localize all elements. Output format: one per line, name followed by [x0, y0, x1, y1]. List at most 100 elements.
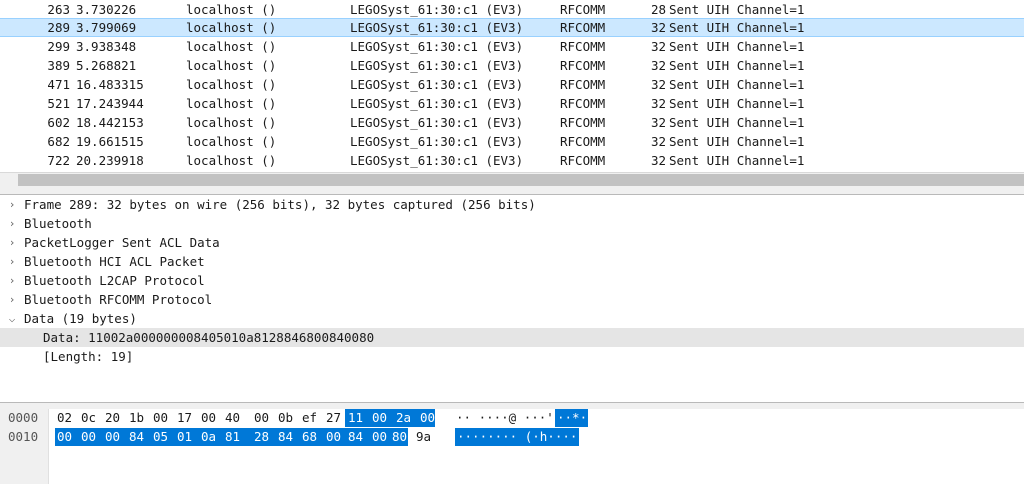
packet-row[interactable]: 521 17.243944 localhost () LEGOSyst_61:3…: [0, 94, 1024, 113]
packet-destination: LEGOSyst_61:30:c1 (EV3): [350, 96, 524, 111]
hex-byte-selected[interactable]: 11: [348, 409, 364, 427]
horizontal-scrollbar[interactable]: [0, 172, 1024, 187]
tree-item-label: [Length: 19]: [43, 349, 134, 364]
chevron-right-icon[interactable]: ›: [6, 290, 18, 309]
hex-byte-selected[interactable]: 05: [153, 428, 169, 446]
hex-byte-selected[interactable]: 68: [302, 428, 318, 446]
packet-destination: LEGOSyst_61:30:c1 (EV3): [350, 2, 524, 17]
packet-length: 32: [650, 134, 666, 149]
tree-item-data-value[interactable]: Data: 11002a000000008405010a812884680084…: [0, 328, 1024, 347]
packet-time: 3.938348: [76, 39, 137, 54]
packet-row[interactable]: 471 16.483315 localhost () LEGOSyst_61:3…: [0, 75, 1024, 94]
packet-bytes-pane[interactable]: 0000 02 0c 20 1b 00 17 00 40 00 0b ef 27…: [0, 409, 1024, 484]
ascii-dump-selected[interactable]: ··*·: [557, 409, 587, 427]
packet-info: Sent UIH Channel=1: [669, 134, 805, 149]
tree-item-hci-acl[interactable]: › Bluetooth HCI ACL Packet: [0, 252, 1024, 271]
hex-byte[interactable]: 1b: [129, 409, 144, 427]
packet-row[interactable]: 299 3.938348 localhost () LEGOSyst_61:30…: [0, 37, 1024, 56]
tree-item-label: Frame 289: 32 bytes on wire (256 bits), …: [24, 197, 536, 212]
tree-item-data[interactable]: ⌵ Data (19 bytes): [0, 309, 1024, 328]
hex-byte[interactable]: 0c: [81, 409, 96, 427]
tree-item-rfcomm[interactable]: › Bluetooth RFCOMM Protocol: [0, 290, 1024, 309]
chevron-down-icon[interactable]: ⌵: [6, 309, 18, 328]
tree-item-label: Bluetooth: [24, 216, 92, 231]
chevron-right-icon[interactable]: ›: [6, 252, 18, 271]
packet-row[interactable]: 389 5.268821 localhost () LEGOSyst_61:30…: [0, 56, 1024, 75]
hex-byte[interactable]: ef: [302, 409, 317, 427]
hex-byte[interactable]: 00: [201, 409, 216, 427]
packet-length: 32: [650, 115, 666, 130]
packet-row[interactable]: 263 3.730226 localhost () LEGOSyst_61:30…: [0, 0, 1024, 19]
hex-byte[interactable]: 02: [57, 409, 72, 427]
packet-length: 32: [650, 77, 666, 92]
chevron-right-icon[interactable]: ›: [6, 271, 18, 290]
packet-destination: LEGOSyst_61:30:c1 (EV3): [350, 115, 524, 130]
bytes-row[interactable]: 00 00 02 0c 20 1b 00 17 00 40 00 0b ef 27…: [0, 409, 1024, 427]
packet-source: localhost (): [186, 153, 277, 168]
packet-number: 722: [47, 153, 70, 168]
chevron-right-icon[interactable]: ›: [6, 233, 18, 252]
hex-byte[interactable]: 9a: [416, 428, 431, 446]
packet-time: 18.442153: [76, 115, 144, 130]
hex-byte-selected[interactable]: 81: [225, 428, 241, 446]
packet-row[interactable]: 682 19.661515 localhost () LEGOSyst_61:3…: [0, 132, 1024, 151]
packet-length: 32: [650, 39, 666, 54]
packet-source: localhost (): [186, 77, 277, 92]
packet-protocol: RFCOMM: [560, 115, 606, 130]
pane-splitter[interactable]: [0, 186, 1024, 195]
tree-item-label: Bluetooth RFCOMM Protocol: [24, 292, 213, 307]
hex-byte[interactable]: 00: [254, 409, 269, 427]
hex-byte-selected[interactable]: 00: [57, 428, 73, 446]
packet-info: Sent UIH Channel=1: [669, 77, 805, 92]
hex-byte-selected[interactable]: 01: [177, 428, 193, 446]
tree-item-label: Bluetooth HCI ACL Packet: [24, 254, 205, 269]
packet-row-selected[interactable]: 289 3.799069 localhost () LEGOSyst_61:30…: [0, 18, 1024, 37]
packet-number: 289: [47, 20, 70, 35]
scrollbar-thumb[interactable]: [18, 174, 1024, 186]
packet-row[interactable]: 602 18.442153 localhost () LEGOSyst_61:3…: [0, 113, 1024, 132]
packet-protocol: RFCOMM: [560, 58, 606, 73]
hex-byte-selected[interactable]: 2a: [396, 409, 412, 427]
hex-byte-selected[interactable]: 00: [420, 409, 436, 427]
hex-byte[interactable]: 40: [225, 409, 240, 427]
tree-item-bluetooth[interactable]: › Bluetooth: [0, 214, 1024, 233]
tree-item-data-length[interactable]: [Length: 19]: [0, 347, 1024, 366]
packet-source: localhost (): [186, 58, 277, 73]
packet-list[interactable]: 263 3.730226 localhost () LEGOSyst_61:30…: [0, 0, 1024, 172]
hex-byte[interactable]: 20: [105, 409, 120, 427]
packet-number: 682: [47, 134, 70, 149]
ascii-dump[interactable]: ·· ····@ ···': [456, 409, 554, 427]
packet-length: 32: [650, 153, 666, 168]
packet-number: 602: [47, 115, 70, 130]
hex-byte-selected[interactable]: 00: [372, 428, 388, 446]
hex-byte-selected[interactable]: 80: [392, 428, 408, 446]
chevron-right-icon[interactable]: ›: [6, 214, 18, 233]
hex-byte[interactable]: 0b: [278, 409, 293, 427]
hex-byte-selected[interactable]: 84: [129, 428, 145, 446]
tree-item-label: PacketLogger Sent ACL Data: [24, 235, 220, 250]
hex-byte-selected[interactable]: 84: [348, 428, 364, 446]
packet-destination: LEGOSyst_61:30:c1 (EV3): [350, 134, 524, 149]
ascii-dump-selected[interactable]: ········ (·h····: [457, 428, 577, 446]
hex-byte[interactable]: 17: [177, 409, 192, 427]
hex-byte-selected[interactable]: 00: [326, 428, 342, 446]
hex-byte-selected[interactable]: 00: [105, 428, 121, 446]
hex-byte-selected[interactable]: 84: [278, 428, 294, 446]
bytes-row[interactable]: 0010 00 00 00 84 05 01 0a 81 28 84 68 00…: [0, 428, 1024, 446]
tree-item-label: Bluetooth L2CAP Protocol: [24, 273, 205, 288]
packet-time: 20.239918: [76, 153, 144, 168]
packet-details-tree[interactable]: › Frame 289: 32 bytes on wire (256 bits)…: [0, 195, 1024, 403]
hex-byte[interactable]: 27: [326, 409, 341, 427]
tree-item-l2cap[interactable]: › Bluetooth L2CAP Protocol: [0, 271, 1024, 290]
tree-item-frame[interactable]: › Frame 289: 32 bytes on wire (256 bits)…: [0, 195, 1024, 214]
packet-row[interactable]: 722 20.239918 localhost () LEGOSyst_61:3…: [0, 151, 1024, 170]
chevron-right-icon[interactable]: ›: [6, 195, 18, 214]
tree-item-packetlogger[interactable]: › PacketLogger Sent ACL Data: [0, 233, 1024, 252]
hex-byte-selected[interactable]: 00: [81, 428, 97, 446]
hex-byte-selected[interactable]: 0a: [201, 428, 217, 446]
hex-byte-selected[interactable]: 28: [254, 428, 270, 446]
packet-info: Sent UIH Channel=1: [669, 58, 805, 73]
packet-time: 17.243944: [76, 96, 144, 111]
hex-byte-selected[interactable]: 00: [372, 409, 388, 427]
hex-byte[interactable]: 00: [153, 409, 168, 427]
